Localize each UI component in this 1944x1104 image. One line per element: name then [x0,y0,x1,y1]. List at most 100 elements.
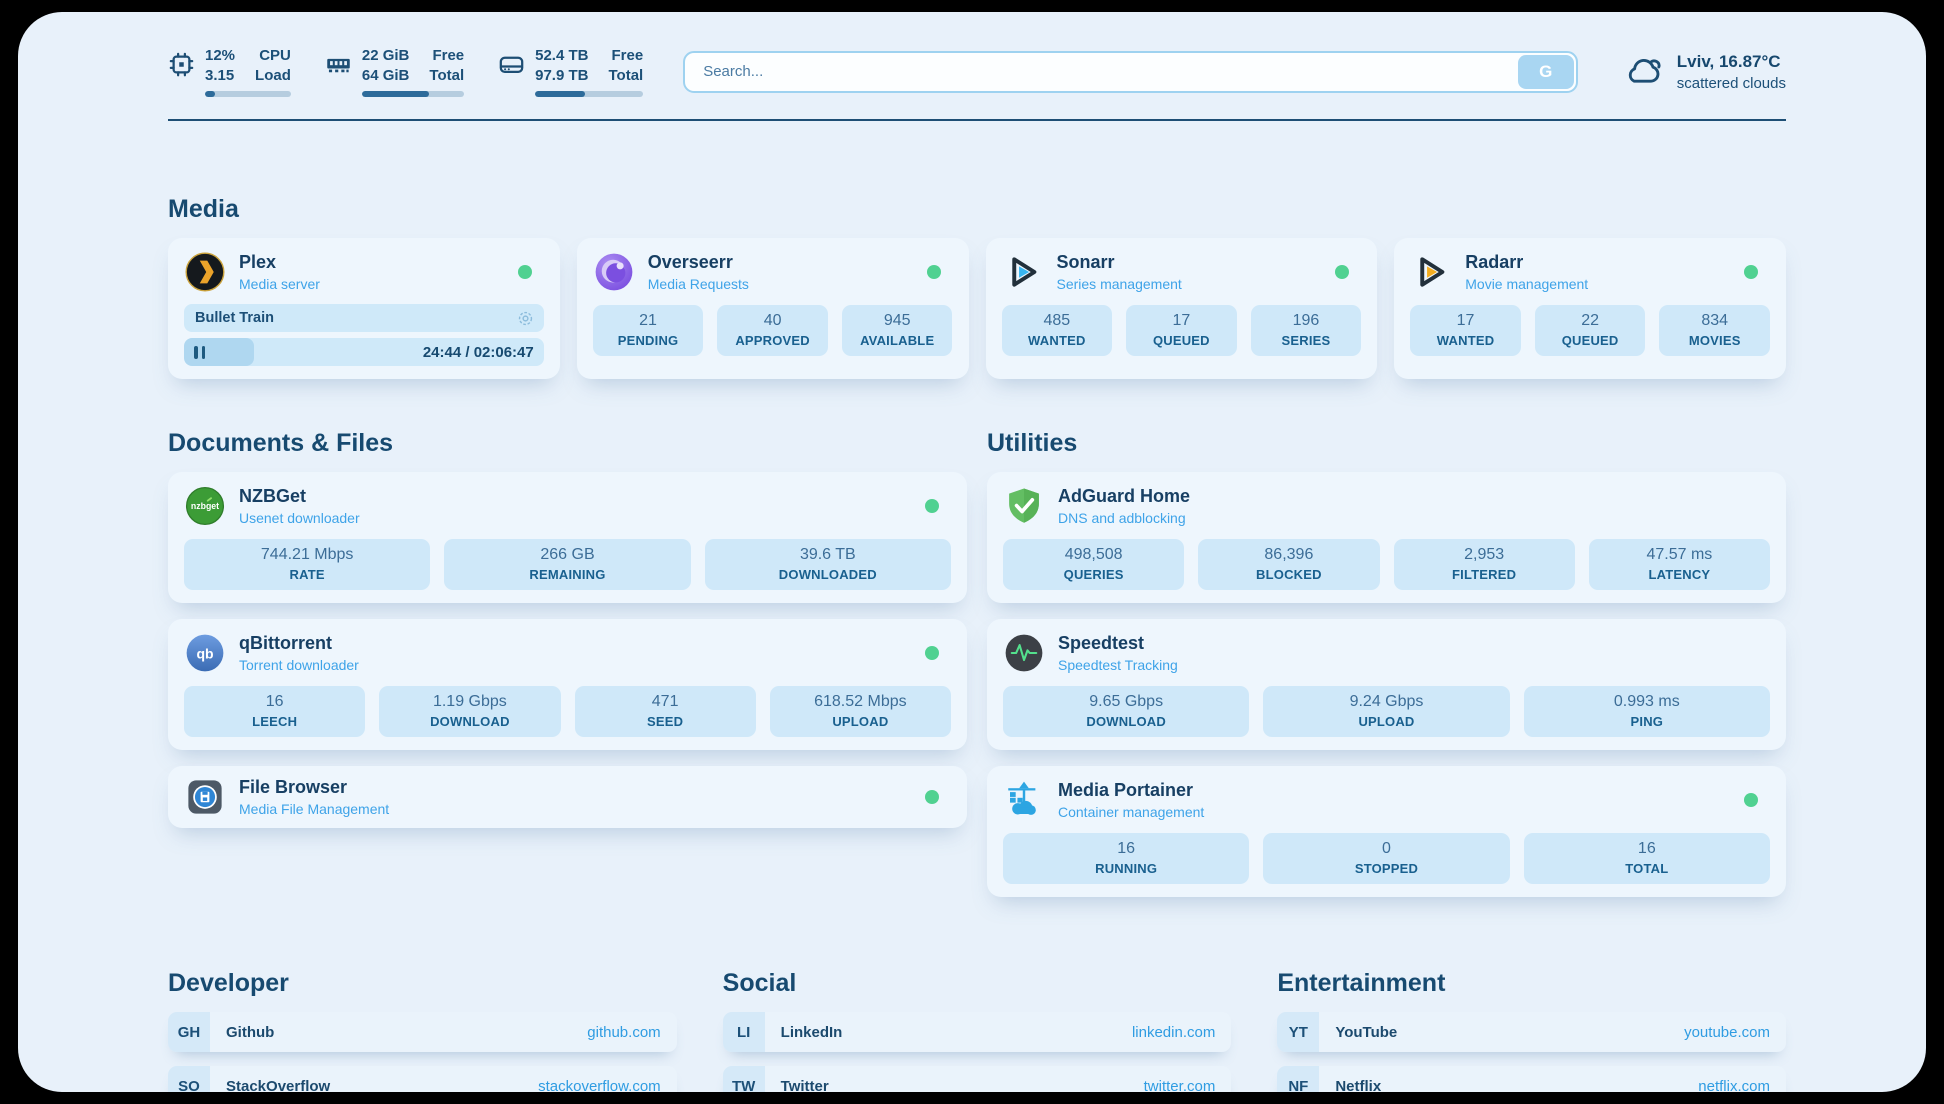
stat-value: 17 [1132,312,1231,330]
entertainment-section-title: Entertainment [1277,969,1786,998]
stat-chip: 17 QUEUED [1126,305,1237,356]
link-url: twitter.com [1144,1078,1216,1093]
now-playing-row: Bullet Train [184,304,544,332]
app-card-overseerr[interactable]: Overseerr Media Requests 21PENDING 40APP… [577,238,969,379]
stat-value: 17 [1416,312,1515,330]
app-description: Torrent downloader [239,657,359,673]
app-card-portainer[interactable]: Media Portainer Container management 16R… [987,766,1786,897]
stat-chip: 9.65 GbpsDOWNLOAD [1003,686,1249,737]
app-description: Usenet downloader [239,510,360,526]
filebrowser-icon [184,776,226,818]
app-name: File Browser [239,777,389,798]
app-card-sonarr[interactable]: Sonarr Series management 485WANTED 17QUE… [986,238,1378,379]
link-url: youtube.com [1684,1024,1770,1041]
stat-label: STOPPED [1269,861,1503,876]
stat-label: FILTERED [1400,567,1569,582]
entertainment-links-column: Entertainment YT YouTube youtube.com NF … [1277,917,1786,1092]
stat-label: TOTAL [1530,861,1764,876]
app-card-nzbget[interactable]: nzbget NZBGet Usenet downloader 744.21 M… [168,472,967,603]
stat-chip: 39.6 TBDOWNLOADED [705,539,951,590]
ram-progress-bar [362,91,464,97]
app-card-qbittorrent[interactable]: qb qBittorrent Torrent downloader 16LEEC… [168,619,967,750]
stat-chip: 266 GBREMAINING [444,539,690,590]
app-card-radarr[interactable]: Radarr Movie management 17WANTED 22QUEUE… [1394,238,1786,379]
stat-value: 16 [1009,840,1243,858]
link-row-youtube[interactable]: YT YouTube youtube.com [1277,1012,1786,1052]
top-bar: 12%3.15 CPULoad 22 GiB64 GiB FreeTotal [168,46,1786,97]
docs-section-title: Documents & Files [168,429,967,458]
status-online-dot [925,646,939,660]
app-card-plex[interactable]: Plex Media server Bullet Train [168,238,560,379]
overseerr-icon [593,251,635,293]
app-name: Speedtest [1058,633,1178,654]
app-card-filebrowser[interactable]: File Browser Media File Management [168,766,967,828]
stat-value: 2,953 [1400,546,1569,564]
stat-label: QUEUED [1132,333,1231,348]
app-card-adguard[interactable]: AdGuard Home DNS and adblocking 498,508Q… [987,472,1786,603]
stat-value: 16 [190,693,359,711]
status-online-dot [1744,265,1758,279]
cpu-label: CPU [255,46,291,66]
disk-free-label: Free [608,46,643,66]
link-abbr: YT [1277,1012,1319,1052]
app-description: Container management [1058,804,1204,820]
link-abbr: GH [168,1012,210,1052]
cpu-load-label: Load [255,66,291,86]
stat-label: LATENCY [1595,567,1764,582]
docs-column: Documents & Files nzbget NZBGet Usenet d… [168,379,967,844]
stat-chip: 485WANTED [1002,305,1113,356]
ram-free-value: 22 GiB [362,46,410,66]
now-playing-settings-icon[interactable] [516,309,535,328]
ram-total-label: Total [429,66,464,86]
link-row-github[interactable]: GH Github github.com [168,1012,677,1052]
social-section-title: Social [723,969,1232,998]
stat-value: 266 GB [450,546,684,564]
stat-label: SERIES [1257,333,1356,348]
now-playing: Bullet Train 24:44 / 02:06:47 [184,304,544,366]
search-engine-button[interactable]: G [1518,55,1574,89]
plex-icon [184,251,226,293]
utilities-column: Utilities AdGuard Home DNS and adblockin… [987,379,1786,913]
link-name: Github [226,1024,274,1041]
link-row-linkedin[interactable]: LI LinkedIn linkedin.com [723,1012,1232,1052]
link-row-twitter[interactable]: TW Twitter twitter.com [723,1066,1232,1092]
link-name: Netflix [1335,1078,1381,1093]
nzbget-icon: nzbget [184,485,226,527]
app-description: Movie management [1465,276,1588,292]
disk-total-label: Total [608,66,643,86]
cpu-progress-fill [205,91,215,97]
ram-total-value: 64 GiB [362,66,410,86]
app-name: Sonarr [1057,252,1182,273]
stat-chip: 1.19 GbpsDOWNLOAD [379,686,560,737]
stat-value: 39.6 TB [711,546,945,564]
disk-progress-bar [535,91,643,97]
status-online-dot [518,265,532,279]
app-description: DNS and adblocking [1058,510,1190,526]
stat-chip: 21PENDING [593,305,704,356]
app-card-speedtest[interactable]: Speedtest Speedtest Tracking 9.65 GbpsDO… [987,619,1786,750]
ram-free-label: Free [429,46,464,66]
playback-time: 24:44 / 02:06:47 [423,344,534,361]
svg-text:qb: qb [196,645,213,661]
app-name: AdGuard Home [1058,486,1190,507]
stat-chip: 16TOTAL [1524,833,1770,884]
status-online-dot [927,265,941,279]
cpu-icon [168,46,195,83]
stat-label: UPLOAD [776,714,945,729]
stat-value: 485 [1008,312,1107,330]
playback-progress-bar[interactable]: 24:44 / 02:06:47 [184,338,544,366]
search-input[interactable] [683,51,1578,93]
link-row-stackoverflow[interactable]: SO StackOverflow stackoverflow.com [168,1066,677,1092]
link-row-netflix[interactable]: NF Netflix netflix.com [1277,1066,1786,1092]
stat-value: 9.65 Gbps [1009,693,1243,711]
stat-label: MOVIES [1665,333,1764,348]
stat-chip: 618.52 MbpsUPLOAD [770,686,951,737]
stat-value: 0 [1269,840,1503,858]
pause-icon [194,346,205,359]
disk-icon [498,46,525,83]
cpu-stat: 12%3.15 CPULoad [168,46,291,97]
system-stats: 12%3.15 CPULoad 22 GiB64 GiB FreeTotal [168,46,643,97]
stat-label: DOWNLOAD [385,714,554,729]
stat-label: QUERIES [1009,567,1178,582]
app-description: Media Requests [648,276,749,292]
